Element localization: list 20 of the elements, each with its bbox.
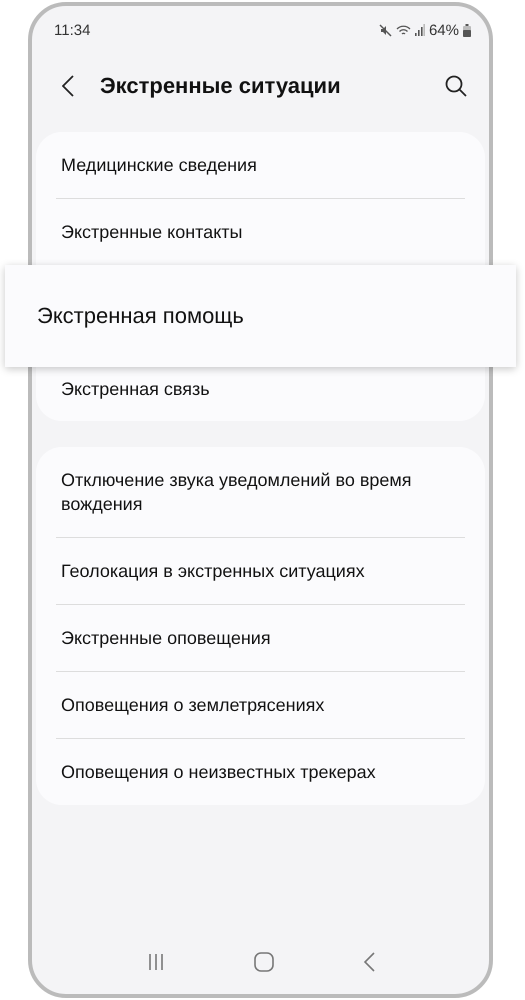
status-time: 11:34 (54, 22, 90, 38)
settings-item[interactable]: Геолокация в экстренных ситуациях (56, 537, 465, 604)
back-nav-icon[interactable] (362, 952, 374, 972)
settings-item[interactable]: Медицинские сведения (56, 132, 465, 198)
settings-item[interactable]: Экстренная помощь (5, 265, 516, 367)
recents-icon[interactable] (146, 953, 164, 971)
search-icon[interactable] (445, 75, 467, 97)
battery-icon (463, 24, 471, 36)
back-icon[interactable] (62, 75, 74, 97)
page-title: Экстренные ситуации (100, 73, 342, 99)
wifi-icon (396, 24, 411, 36)
settings-item[interactable]: Экстренная связь (56, 367, 465, 421)
settings-item[interactable]: Оповещения о землетрясениях (56, 671, 465, 738)
settings-item[interactable]: Оповещения о неизвестных трекерах (56, 738, 465, 805)
settings-item[interactable]: Экстренные оповещения (56, 604, 465, 671)
settings-item[interactable]: Отключение звука уведомлений во время вождения (56, 447, 465, 537)
mute-icon (378, 24, 392, 36)
battery-percent: 64% (428, 22, 459, 38)
home-icon[interactable] (254, 952, 274, 972)
signal-icon (414, 24, 425, 36)
